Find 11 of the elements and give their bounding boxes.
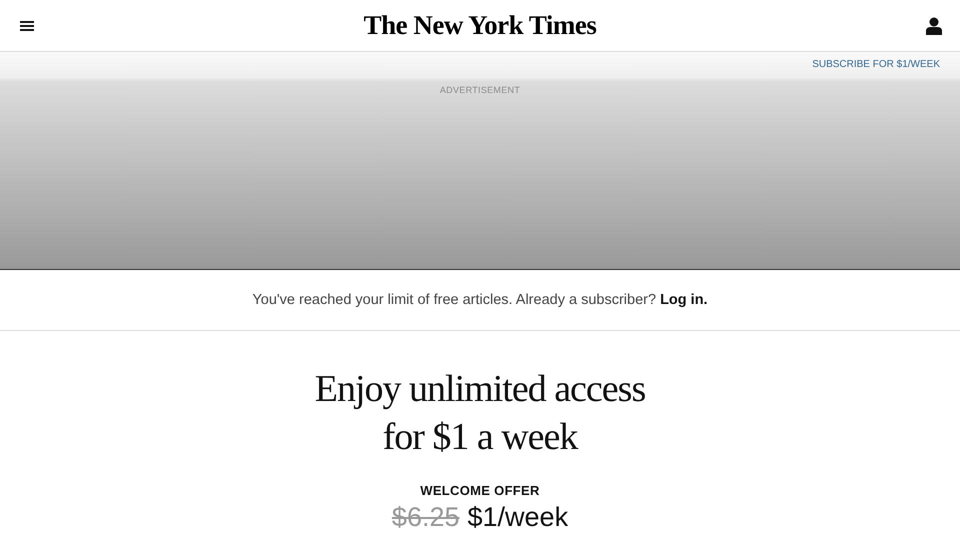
login-link[interactable]: Log in.	[660, 292, 708, 308]
site-logo[interactable]: The New York Times	[364, 10, 596, 41]
paywall-notice: You've reached your limit of free articles. Already a subscriber? Log in.	[252, 292, 708, 308]
account-icon[interactable]	[926, 16, 942, 34]
subscribe-link[interactable]: SUBSCRIBE FOR $1/WEEK	[812, 59, 940, 70]
menu-icon[interactable]	[20, 20, 34, 30]
offer-price: $1/week	[468, 502, 568, 533]
original-price: $6.25	[392, 502, 460, 533]
offer-headline: Enjoy unlimited access for $1 a week	[314, 367, 646, 460]
offer-label: WELCOME OFFER	[420, 483, 540, 498]
advertisement-label: ADVERTISEMENT	[438, 85, 522, 95]
